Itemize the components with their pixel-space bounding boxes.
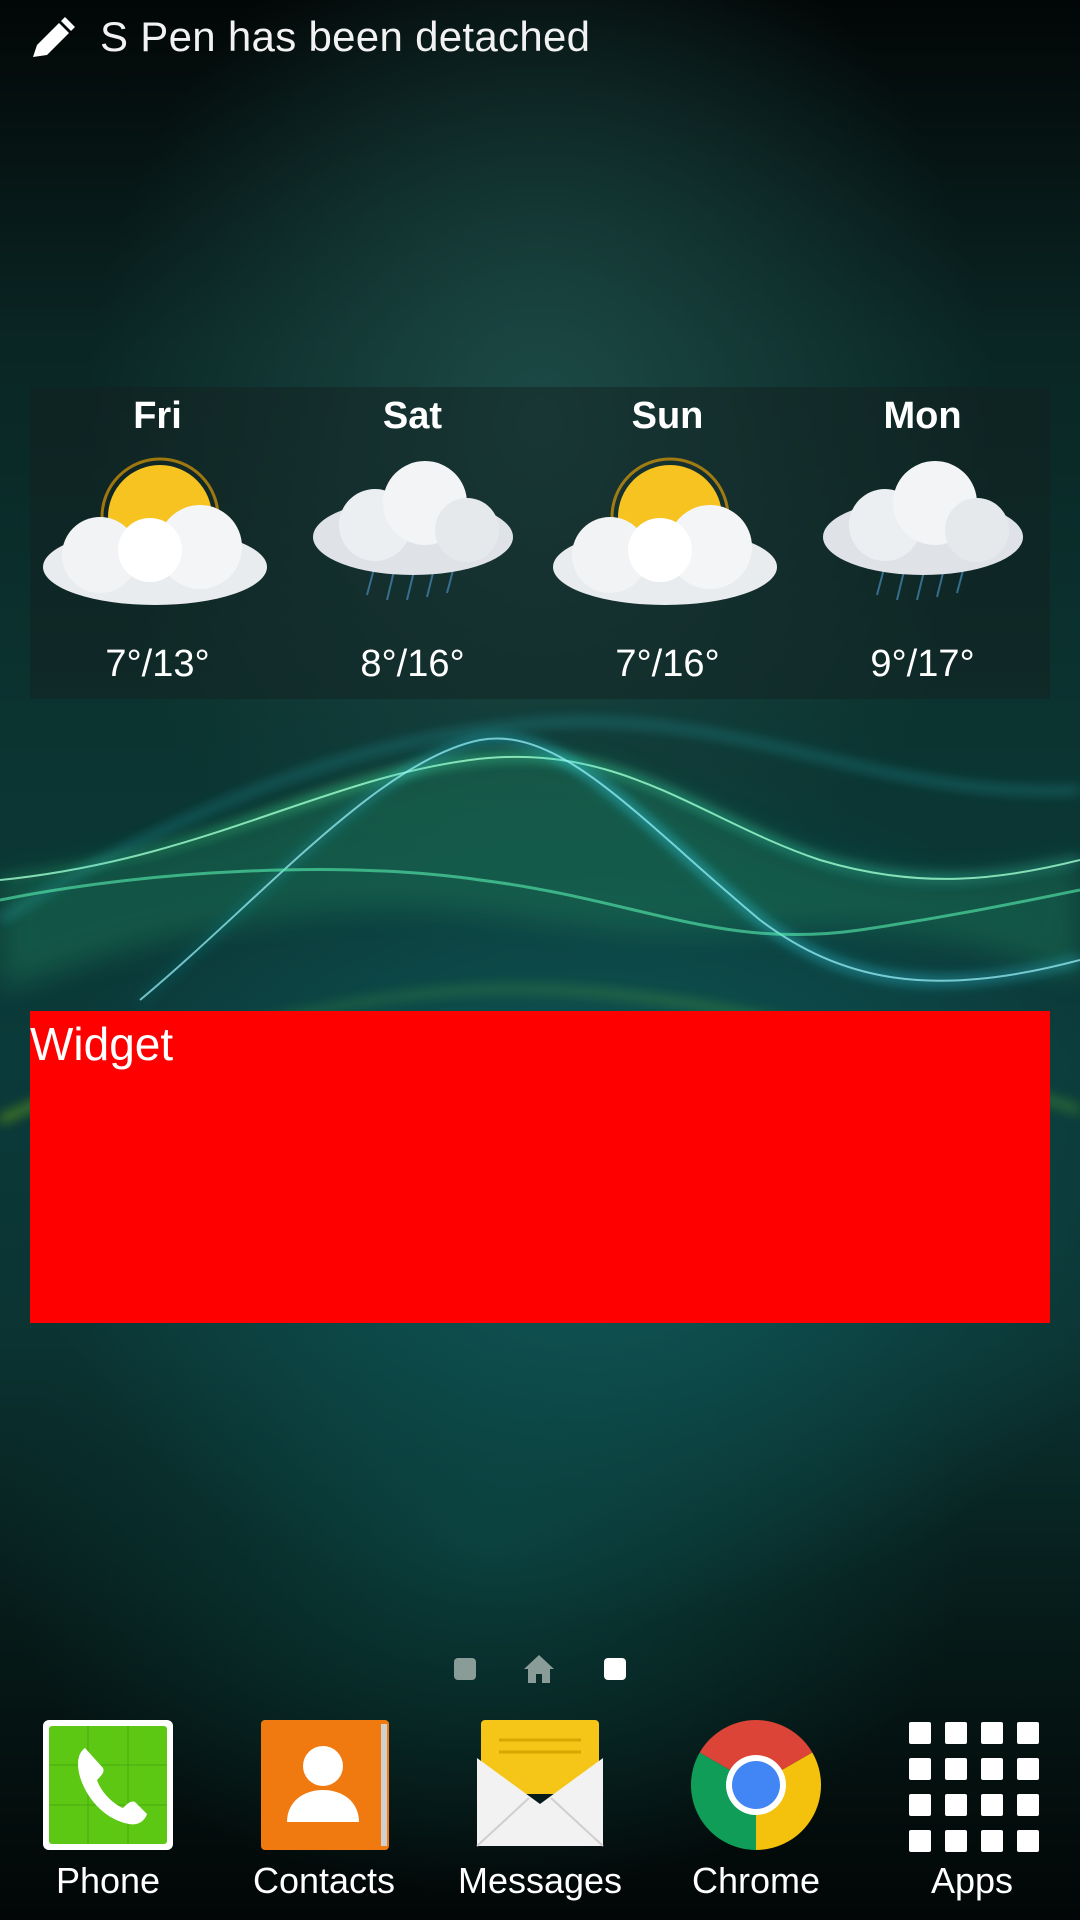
day-name: Sat xyxy=(382,395,443,437)
page-dot-current[interactable] xyxy=(604,1658,626,1680)
dock-label: Messages xyxy=(457,1860,623,1901)
weather-widget[interactable]: Fri 7°/13° Sat 8°/16° Sun 7°/16° Mon 9°/… xyxy=(30,387,1050,699)
apps-grid-icon xyxy=(909,1722,1039,1852)
day-temp: 8°/16° xyxy=(360,643,465,685)
page-dot[interactable] xyxy=(454,1658,476,1680)
widget-label: Widget xyxy=(30,1018,174,1070)
day-name: Fri xyxy=(133,395,182,437)
notification-text: S Pen has been detached xyxy=(100,13,591,60)
dock-phone[interactable]: Phone xyxy=(8,1716,208,1920)
dock-messages[interactable]: Messages xyxy=(440,1716,640,1920)
day-name: Mon xyxy=(883,395,962,437)
phone-icon xyxy=(43,1720,173,1850)
day-name: Sun xyxy=(631,395,704,437)
pen-icon xyxy=(28,14,78,60)
notification[interactable]: S Pen has been detached xyxy=(28,13,591,60)
partly-cloudy-icon xyxy=(43,457,267,605)
dock-apps[interactable]: Apps xyxy=(872,1716,1072,1920)
app-dock: Phone Contacts Messages Chrome Apps xyxy=(0,1716,1080,1920)
dock-label: Apps xyxy=(930,1860,1014,1901)
day-temp: 7°/16° xyxy=(615,643,720,685)
day-temp: 7°/13° xyxy=(105,643,210,685)
dock-chrome[interactable]: Chrome xyxy=(656,1716,856,1920)
red-widget[interactable]: Widget xyxy=(30,1011,1050,1323)
contacts-icon xyxy=(261,1720,389,1850)
dock-label: Phone xyxy=(55,1860,161,1901)
rain-cloud-icon xyxy=(823,461,1023,601)
weather-day-mon[interactable]: Mon 9°/17° xyxy=(795,387,1050,699)
weather-day-fri[interactable]: Fri 7°/13° xyxy=(30,387,285,699)
day-temp: 9°/17° xyxy=(870,643,975,685)
weather-day-sat[interactable]: Sat 8°/16° xyxy=(285,387,540,699)
chrome-icon xyxy=(690,1720,822,1850)
home-page-icon[interactable] xyxy=(522,1652,556,1686)
wallpaper xyxy=(0,719,1080,1123)
page-indicator xyxy=(0,1652,1080,1686)
messages-icon xyxy=(476,1720,604,1847)
dock-label: Chrome xyxy=(691,1860,821,1901)
dock-contacts[interactable]: Contacts xyxy=(224,1716,424,1920)
weather-day-sun[interactable]: Sun 7°/16° xyxy=(540,387,795,699)
dock-label: Contacts xyxy=(252,1860,396,1901)
partly-cloudy-icon xyxy=(553,457,777,605)
rain-cloud-icon xyxy=(313,461,513,601)
